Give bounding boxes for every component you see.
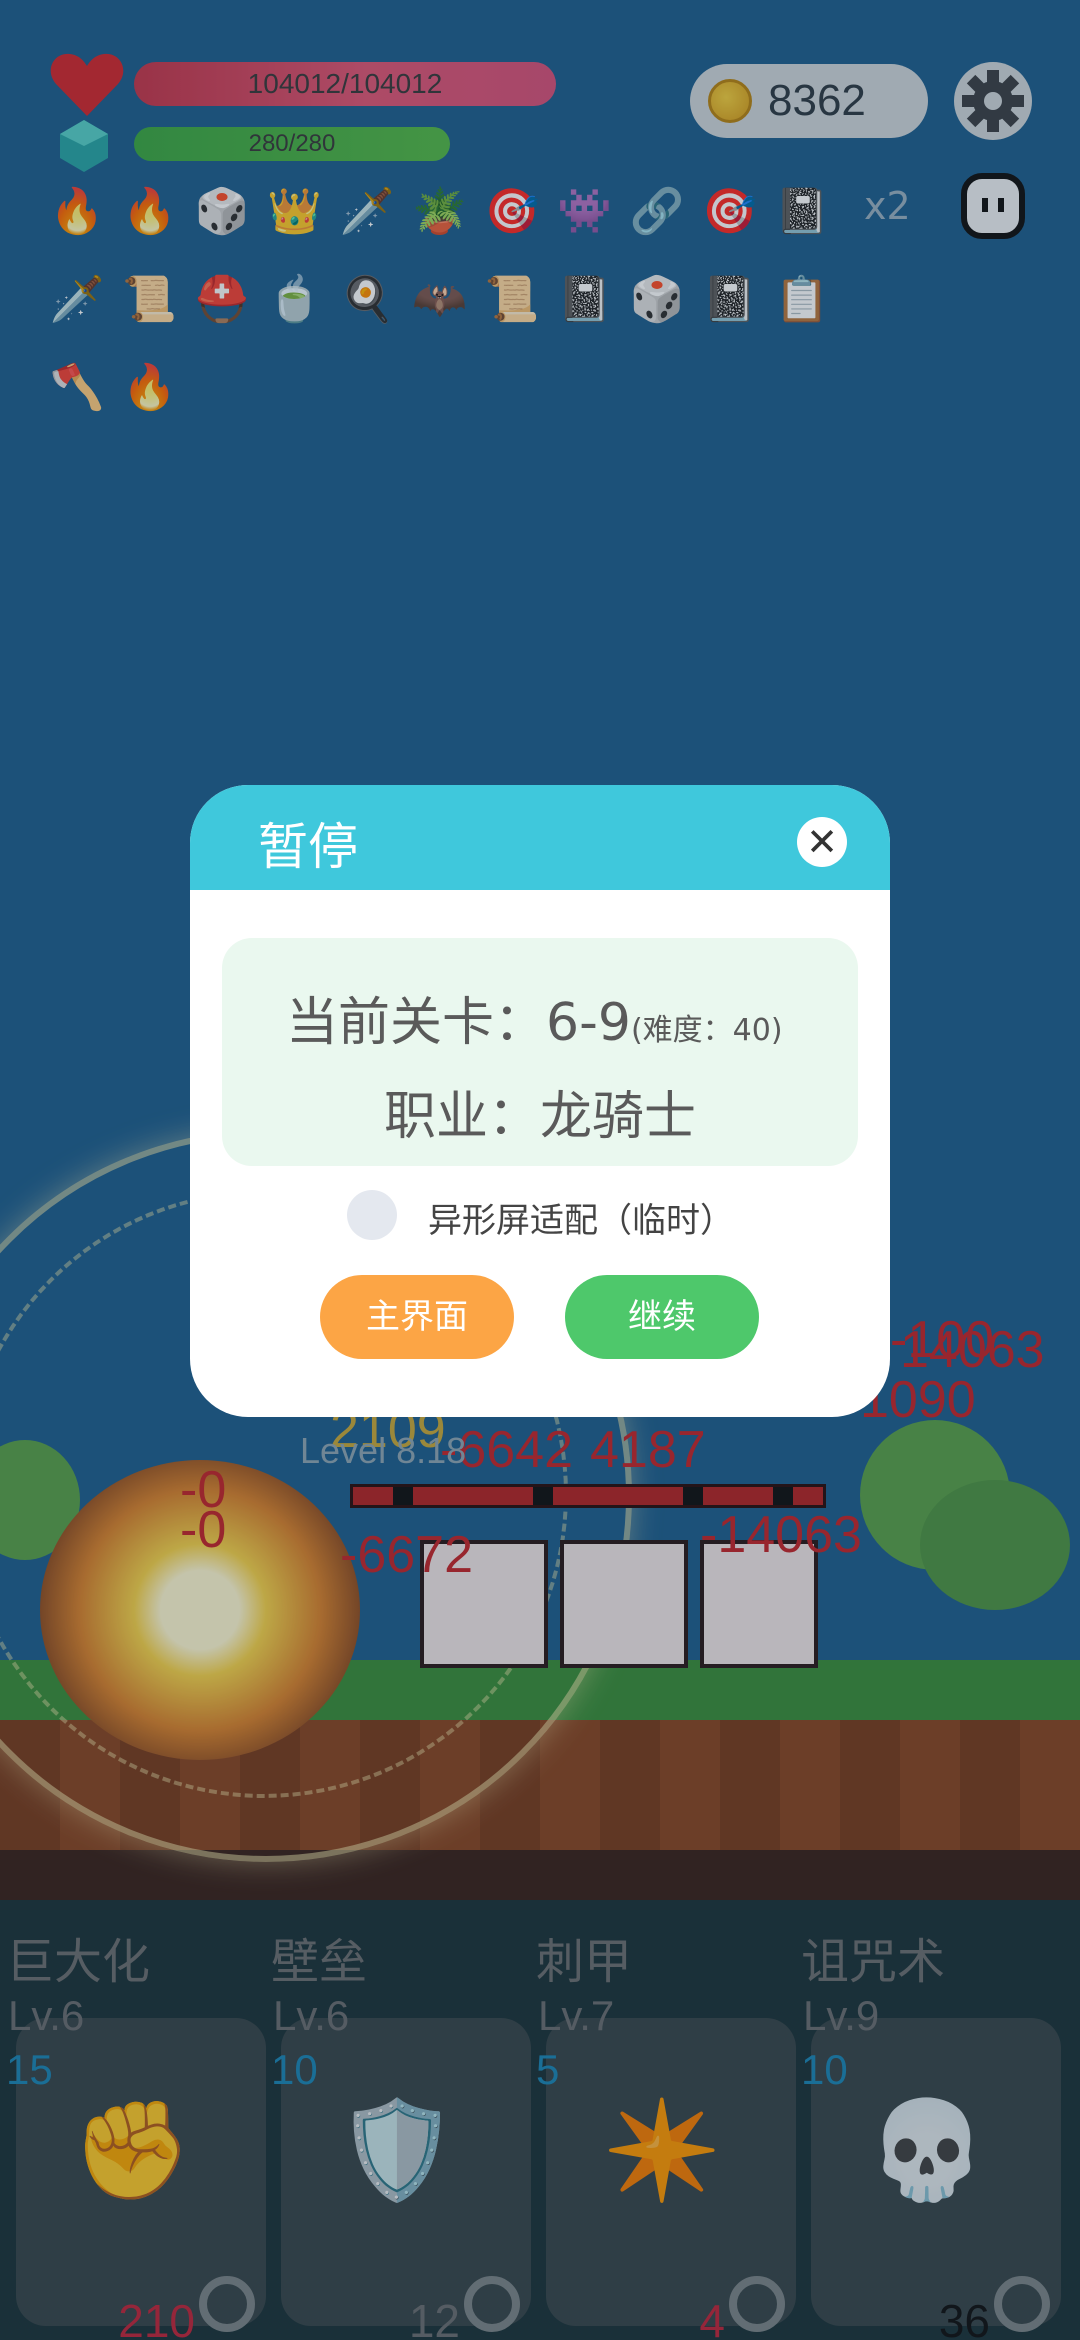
job-label: 职业： (383, 1087, 540, 1147)
job-value: 龙骑士 (540, 1087, 697, 1147)
continue-button[interactable]: 继续 (565, 1275, 759, 1359)
game-scene: 104012/104012 280/280 8362 x2 🔥 🔥 🎲 👑 🗡️… (0, 0, 1080, 2340)
close-icon: ✕ (806, 820, 838, 864)
level-label: 当前关卡： (286, 993, 547, 1053)
pause-dialog: 暂停 ✕ 当前关卡：6-9(难度：40) 职业：龙骑士 异形屏适配（临时） 主界… (190, 785, 890, 1417)
notch-adapt-label: 异形屏适配（临时） (428, 1201, 734, 1241)
current-level: 当前关卡：6-9(难度：40) (286, 980, 783, 1055)
difficulty-label: (难度：40) (630, 1013, 783, 1048)
level-value: 6-9 (546, 993, 631, 1053)
dialog-title: 暂停 (258, 818, 358, 876)
main-menu-button[interactable]: 主界面 (320, 1275, 514, 1359)
stage-info-box: 当前关卡：6-9(难度：40) 职业：龙骑士 (222, 938, 858, 1166)
close-button[interactable]: ✕ (797, 817, 847, 867)
notch-adapt-toggle[interactable] (347, 1190, 397, 1240)
job-info: 职业：龙骑士 (222, 1074, 858, 1149)
dialog-header: 暂停 ✕ (190, 785, 890, 890)
